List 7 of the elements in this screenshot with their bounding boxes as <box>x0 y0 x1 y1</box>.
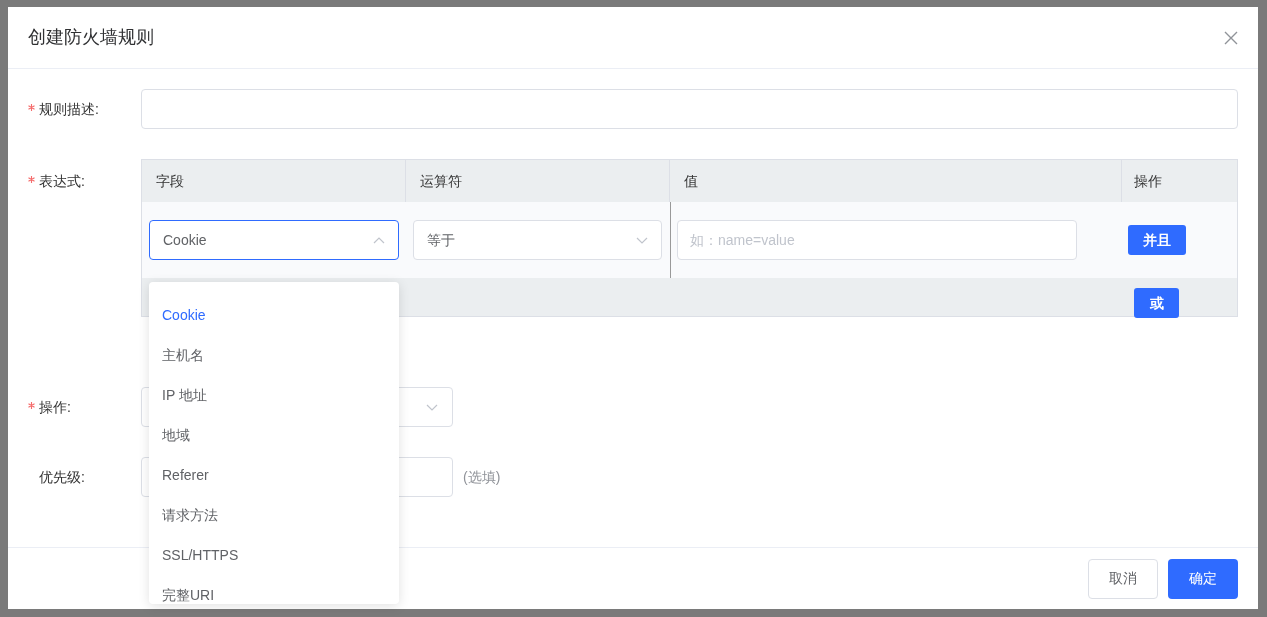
form-label: 优先级: <box>39 468 85 487</box>
optional-hint: (选填) <box>463 467 501 487</box>
column-header: 操作 <box>1133 171 1163 191</box>
dialog-title: 创建防火墙规则 <box>28 26 154 49</box>
form-label: 规则描述: <box>39 100 99 119</box>
form-label: 操作: <box>39 398 71 417</box>
form-label: 表达式: <box>39 172 85 191</box>
